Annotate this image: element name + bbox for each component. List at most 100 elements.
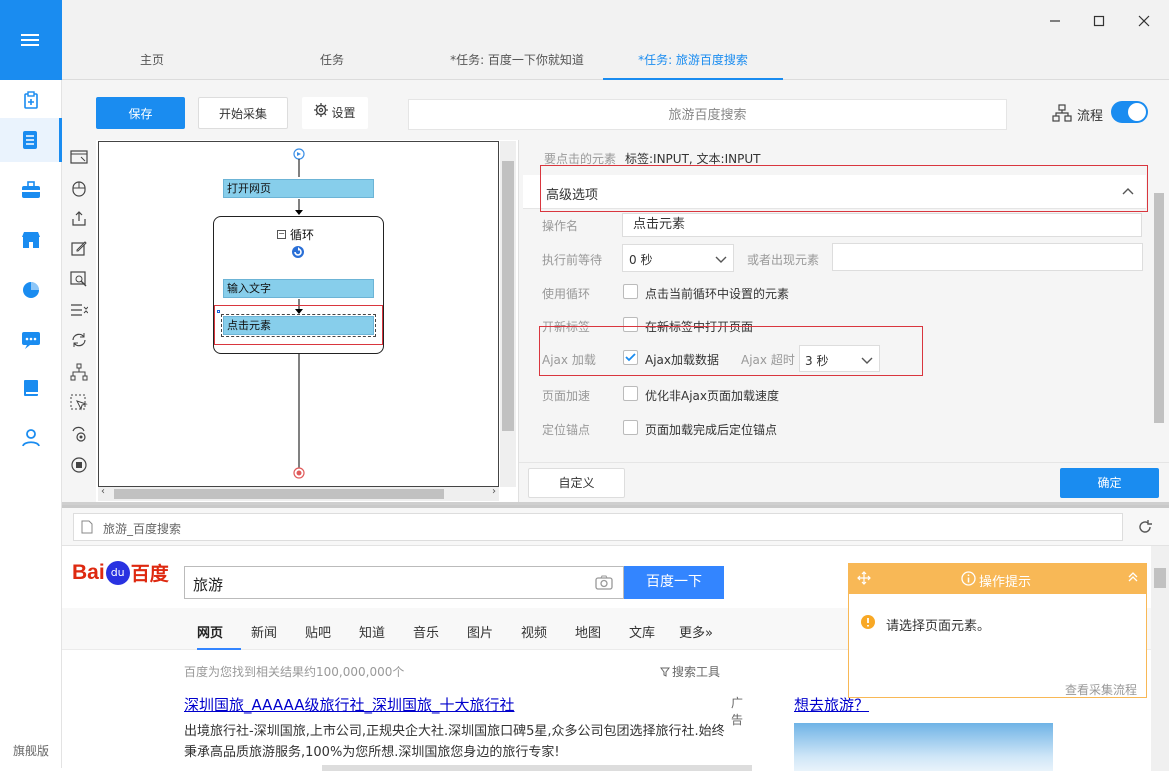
result-line-1: 出境旅行社-深圳国旅,上市公司,正规央企大社.深圳国旅口碑5星,众多公司包团选择… bbox=[184, 724, 725, 739]
user-icon[interactable] bbox=[0, 416, 62, 460]
canvas-vscroll[interactable] bbox=[500, 141, 516, 487]
tab-task-baidu[interactable]: *任务: 百度一下你就知道 bbox=[427, 45, 607, 80]
pie-chart-icon[interactable] bbox=[0, 268, 62, 312]
nav-music[interactable]: 音乐 bbox=[413, 622, 439, 641]
operation-tip-panel: 操作提示 请选择页面元素。 查看采集流程 bbox=[848, 563, 1147, 698]
tip-header: 操作提示 bbox=[849, 564, 1146, 594]
recognize-captcha-tool-icon[interactable] bbox=[62, 264, 96, 294]
minimize-icon[interactable] bbox=[1042, 8, 1068, 34]
page-speed-checkbox[interactable] bbox=[623, 386, 638, 401]
op-name-label: 操作名 bbox=[542, 219, 579, 233]
settings-button[interactable]: 设置 bbox=[302, 97, 368, 129]
nav-images[interactable]: 图片 bbox=[467, 622, 493, 641]
left-nav: 旗舰版 bbox=[0, 0, 62, 768]
travel-image[interactable] bbox=[794, 723, 1053, 771]
flow-label: 流程 bbox=[1077, 109, 1104, 124]
branch-tool-icon[interactable] bbox=[62, 357, 96, 387]
loop-tool-icon[interactable] bbox=[62, 325, 96, 355]
stop-tool-icon[interactable] bbox=[62, 450, 96, 480]
ajax-highlight-box bbox=[539, 326, 923, 376]
address-bar: 旅游_百度搜索 bbox=[62, 508, 1169, 546]
canvas-hscroll[interactable]: ‹ › bbox=[98, 486, 499, 501]
switch-dropdown-tool-icon[interactable] bbox=[62, 419, 96, 449]
tab-tasks[interactable]: 任务 bbox=[282, 45, 382, 80]
ad-label: 广告 bbox=[731, 696, 744, 727]
extract-data-tool-icon[interactable] bbox=[62, 203, 96, 233]
nav-web[interactable]: 网页 bbox=[197, 622, 223, 641]
refresh-icon[interactable] bbox=[1137, 519, 1153, 538]
save-button[interactable]: 保存 bbox=[96, 97, 185, 129]
menu-area bbox=[0, 0, 62, 80]
baidu-search-button[interactable]: 百度一下 bbox=[624, 566, 724, 599]
store-icon[interactable] bbox=[0, 218, 62, 262]
nav-tieba[interactable]: 贴吧 bbox=[305, 622, 331, 641]
book-icon[interactable] bbox=[0, 366, 62, 410]
flow-node-open-page[interactable]: 打开网页 bbox=[223, 179, 374, 198]
wait-select[interactable]: 0 秒 bbox=[622, 244, 734, 272]
task-list-icon[interactable] bbox=[0, 118, 62, 162]
panel-footer: 自定义 确定 bbox=[519, 462, 1169, 502]
tab-home[interactable]: 主页 bbox=[102, 45, 202, 80]
view-flow-link[interactable]: 查看采集流程 bbox=[1065, 681, 1137, 698]
open-page-tool-icon[interactable] bbox=[62, 142, 96, 172]
loop-icon bbox=[291, 245, 305, 262]
collapse-icon[interactable]: − bbox=[277, 230, 286, 239]
tab-task-travel[interactable]: *任务: 旅游百度搜索 bbox=[603, 45, 783, 80]
flow-node-input-text[interactable]: 输入文字 bbox=[223, 279, 374, 298]
toolbox-icon[interactable] bbox=[0, 168, 62, 212]
settings-label: 设置 bbox=[331, 106, 356, 120]
ad-result: 深圳国旅_AAAAA级旅行社_深圳国旅_十大旅行社 广告 出境旅行社-深圳国旅,… bbox=[184, 690, 754, 765]
input-text-tool-icon[interactable] bbox=[62, 233, 96, 263]
task-name-field[interactable]: 旅游百度搜索 bbox=[408, 99, 1007, 130]
nav-zhidao[interactable]: 知道 bbox=[359, 622, 385, 641]
move-icon[interactable] bbox=[857, 571, 871, 588]
query-text: 旅游 bbox=[193, 576, 224, 594]
search-tools[interactable]: 搜索工具 bbox=[660, 663, 720, 680]
warning-icon bbox=[860, 614, 876, 633]
properties-panel: 要点击的元素 标签:INPUT, 文本:INPUT 高级选项 操作名 点击元素 … bbox=[518, 140, 1169, 502]
flow-toggle[interactable] bbox=[1111, 101, 1148, 123]
use-loop-text: 点击当前循环中设置的元素 bbox=[645, 287, 790, 301]
flow-node-click-element[interactable]: 点击元素 bbox=[221, 314, 376, 337]
start-collect-button[interactable]: 开始采集 bbox=[198, 97, 288, 129]
mouse-click-tool-icon[interactable] bbox=[62, 173, 96, 203]
loop-label: 循环 bbox=[290, 228, 315, 242]
camera-icon[interactable] bbox=[595, 575, 613, 593]
wait-label: 执行前等待 bbox=[542, 253, 603, 267]
info-icon bbox=[961, 571, 976, 589]
toolbar: 保存 开始采集 设置 旅游百度搜索 流程 bbox=[62, 80, 1169, 140]
result-line-2: 秉承高品质旅游服务,100%为您所想.深圳国旅您身边的旅行专家! bbox=[184, 745, 560, 760]
custom-button[interactable]: 自定义 bbox=[528, 468, 625, 498]
maximize-icon[interactable] bbox=[1086, 8, 1112, 34]
appear-element-input[interactable] bbox=[832, 243, 1143, 271]
result-count: 百度为您找到相关结果约100,000,000个 bbox=[184, 665, 405, 679]
nav-video[interactable]: 视频 bbox=[521, 622, 547, 641]
anchor-checkbox[interactable] bbox=[623, 420, 638, 435]
message-icon[interactable] bbox=[0, 318, 62, 362]
tip-title: 操作提示 bbox=[979, 575, 1032, 590]
ok-button[interactable]: 确定 bbox=[1060, 468, 1159, 498]
page-icon bbox=[81, 520, 93, 537]
browser-scrollbar[interactable] bbox=[1151, 546, 1169, 771]
gear-icon bbox=[314, 97, 329, 129]
select-dropdown-tool-icon[interactable] bbox=[62, 295, 96, 325]
thumbnail-strip bbox=[322, 765, 752, 771]
nav-more[interactable]: 更多» bbox=[679, 622, 713, 641]
nav-wenku[interactable]: 文库 bbox=[629, 622, 655, 641]
mouse-hover-tool-icon[interactable] bbox=[62, 388, 96, 418]
chevron-down-icon bbox=[715, 253, 727, 267]
collapse-up-icon[interactable] bbox=[1127, 571, 1139, 586]
flow-canvas[interactable]: 打开网页 − 循环 输入文字 点击元素 bbox=[98, 141, 499, 487]
use-loop-label: 使用循环 bbox=[542, 287, 591, 301]
address-input[interactable]: 旅游_百度搜索 bbox=[73, 513, 1123, 541]
nav-map[interactable]: 地图 bbox=[575, 622, 601, 641]
new-task-icon[interactable] bbox=[0, 78, 62, 122]
baidu-search-input[interactable]: 旅游 bbox=[184, 566, 624, 599]
nav-news[interactable]: 新闻 bbox=[251, 622, 277, 641]
result-title[interactable]: 深圳国旅_AAAAA级旅行社_深圳国旅_十大旅行社 bbox=[184, 694, 514, 715]
panel-scrollbar[interactable] bbox=[1152, 175, 1166, 465]
hamburger-icon[interactable] bbox=[21, 34, 39, 49]
use-loop-checkbox[interactable] bbox=[623, 284, 638, 299]
close-icon[interactable] bbox=[1131, 8, 1157, 34]
op-name-input[interactable]: 点击元素 bbox=[622, 213, 1142, 237]
